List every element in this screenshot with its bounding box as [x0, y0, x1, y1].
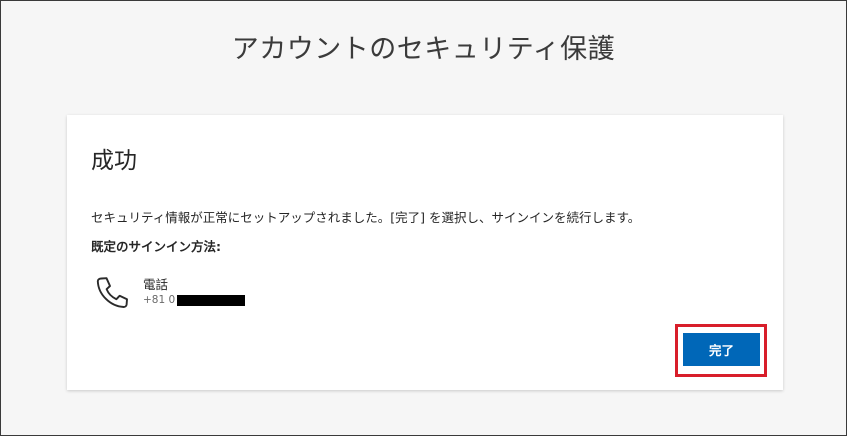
- default-method-label: 既定のサインイン方法:: [91, 239, 221, 254]
- page-title: アカウントのセキュリティ保護: [231, 34, 616, 65]
- phone-icon: [96, 277, 128, 308]
- method-name: 電話: [143, 277, 169, 292]
- done-button[interactable]: 完了: [683, 333, 760, 366]
- redaction-bar: [177, 294, 246, 306]
- card-heading: 成功: [91, 148, 137, 174]
- page-frame: アカウントのセキュリティ保護 成功 セキュリティ情報が正常にセットアップされまし…: [0, 0, 847, 436]
- phone-number-prefix: +81 0: [143, 294, 176, 306]
- success-message: セキュリティ情報が正常にセットアップされました。[完了] を選択し、サインインを…: [91, 210, 641, 225]
- phone-number: +81 0: [143, 294, 246, 306]
